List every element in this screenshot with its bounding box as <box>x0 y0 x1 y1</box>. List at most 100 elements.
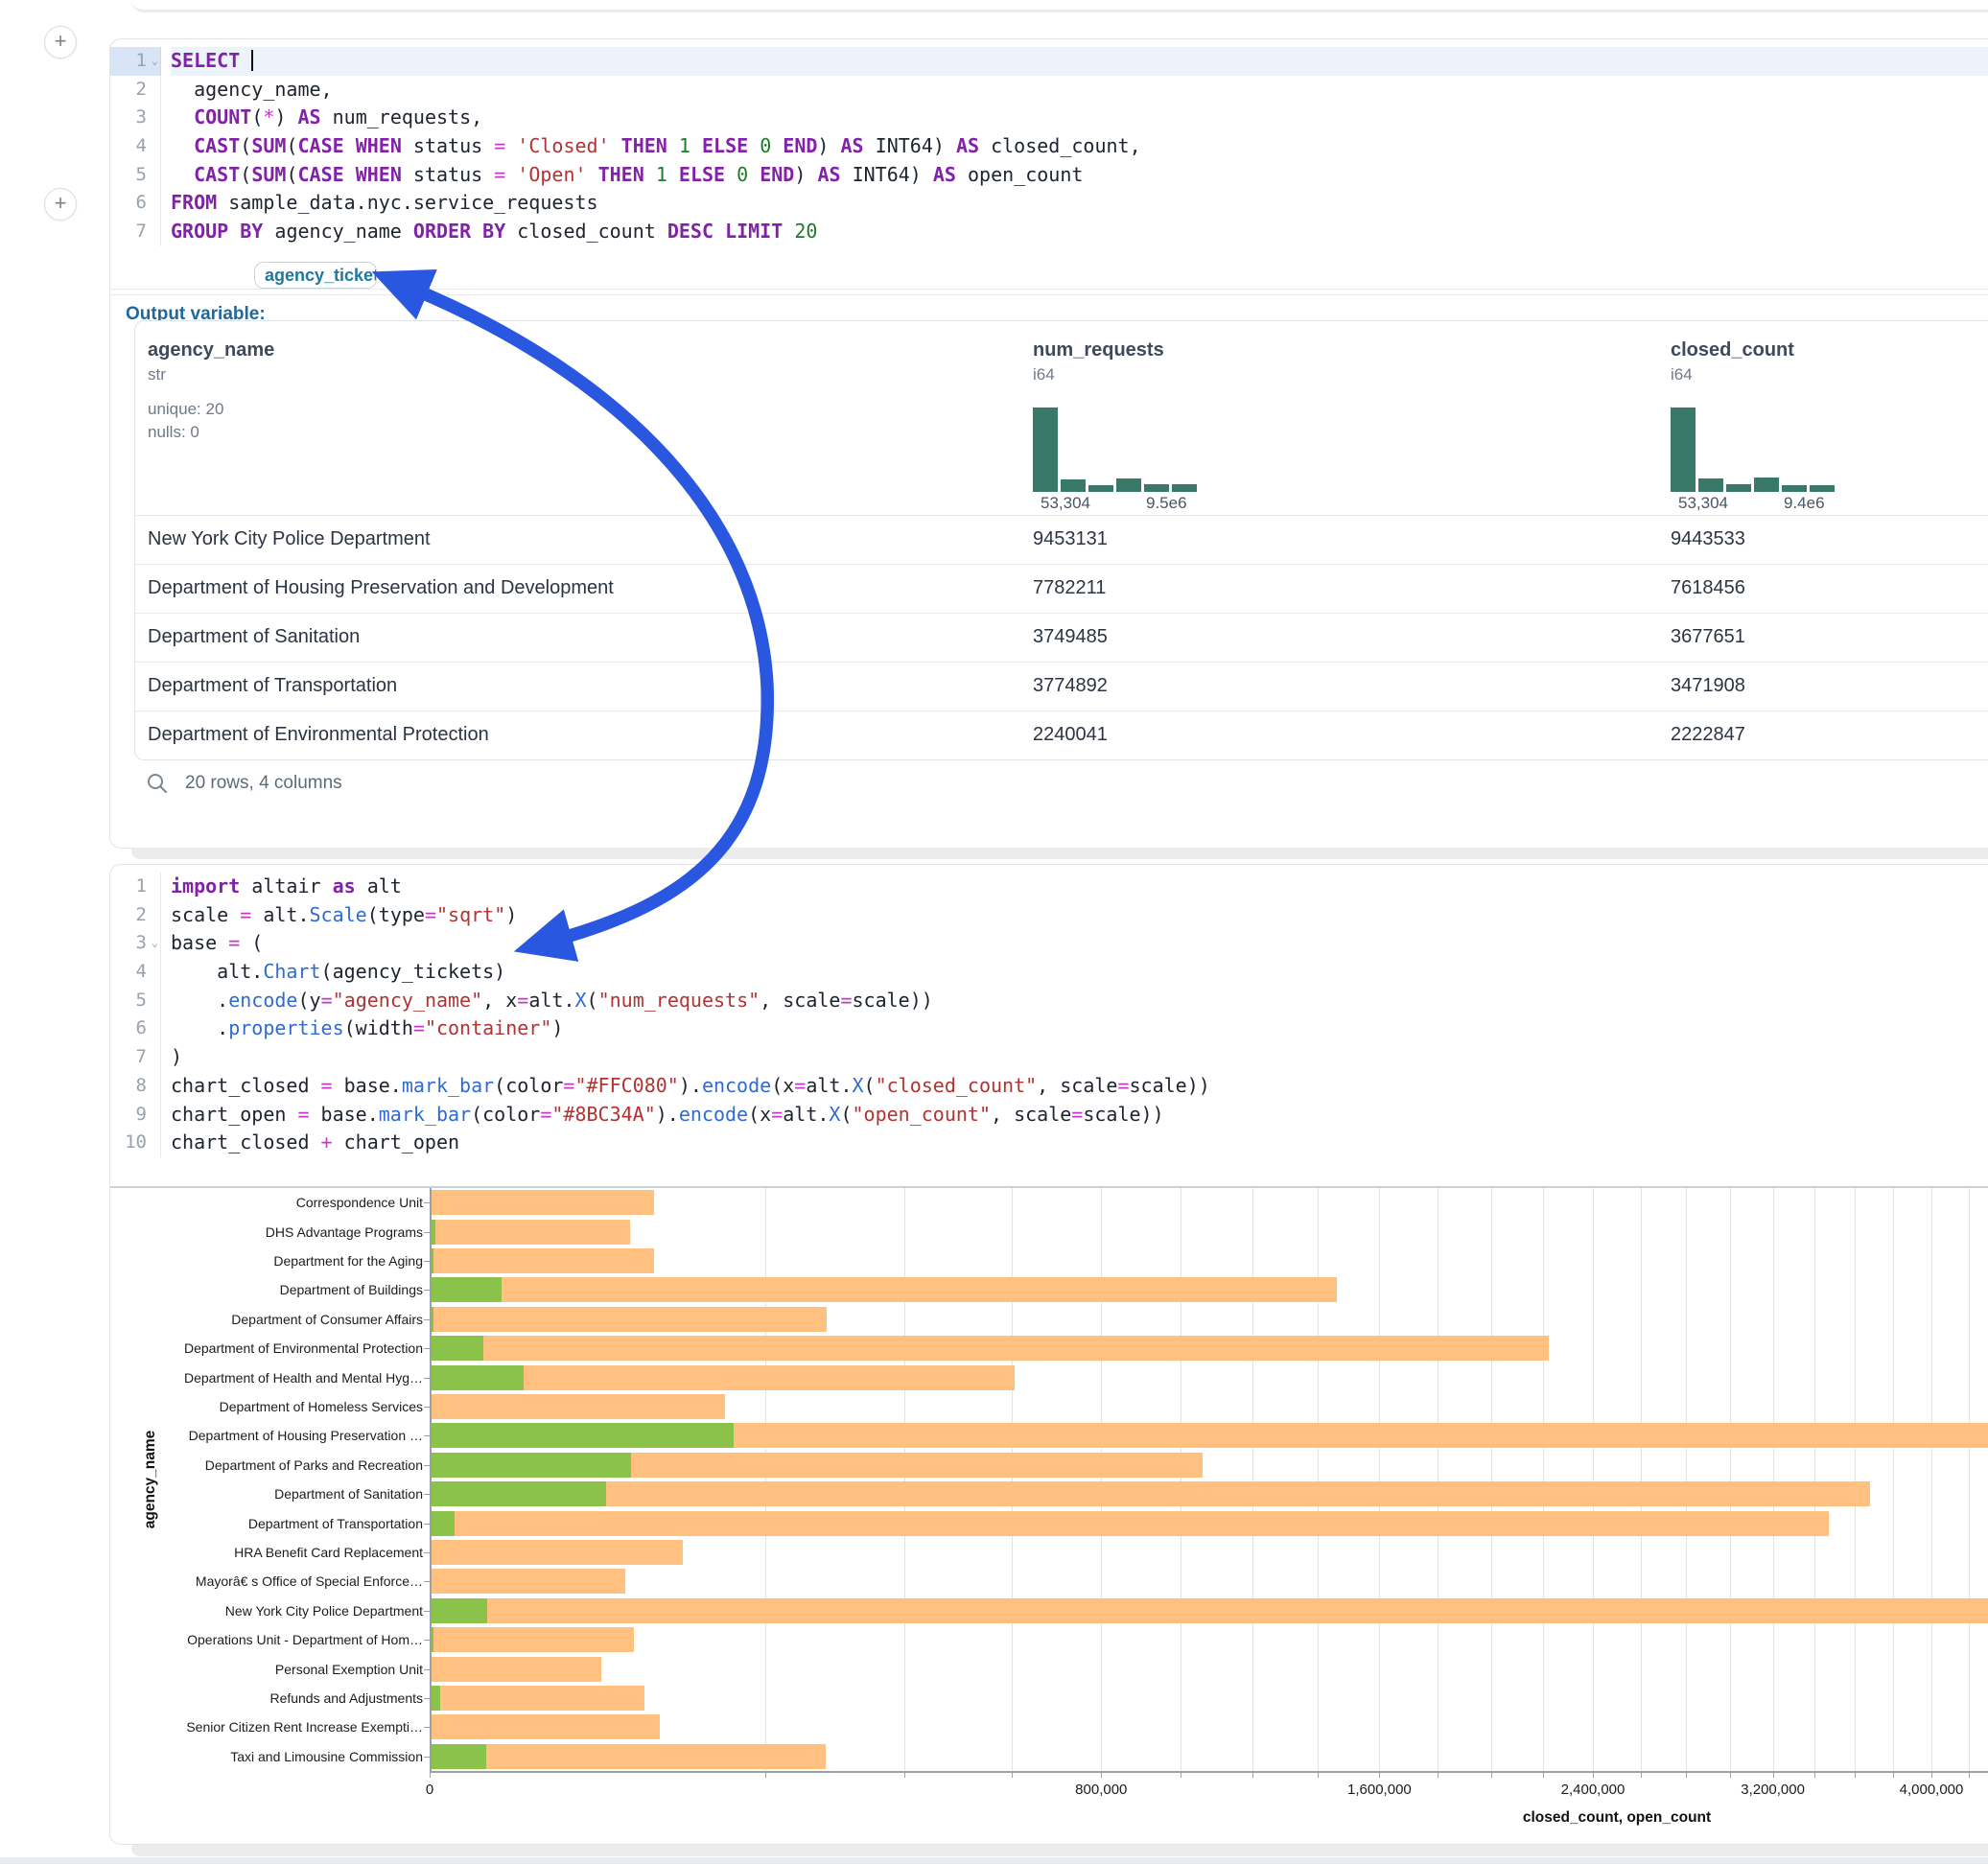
column-header[interactable]: agency_name <box>148 339 274 361</box>
divider <box>110 289 1988 290</box>
plus-icon: + <box>55 191 67 215</box>
plus-icon: + <box>55 29 67 53</box>
column-type: i64 <box>1671 365 1693 384</box>
line-number: 1 <box>110 873 161 901</box>
histogram-bar <box>1172 484 1197 492</box>
code-text: ) <box>171 1043 1988 1072</box>
table-cell: Department of Sanitation <box>148 626 360 648</box>
code-text: FROM sample_data.nyc.service_requests <box>171 189 1988 218</box>
histogram-bar <box>1144 484 1169 492</box>
table-row: Department of Sanitation37494853677651 <box>135 613 1988 663</box>
code-line[interactable]: 8 chart_closed = base.mark_bar(color="#FF… <box>110 1072 1988 1101</box>
table-cell: Department of Housing Preservation and D… <box>148 577 614 599</box>
table-cell: 2222847 <box>1671 724 1745 746</box>
table-cell: Department of Environmental Protection <box>148 724 489 746</box>
text-cursor <box>251 50 253 71</box>
code-text: agency_name, <box>171 76 1988 105</box>
table-cell: 2240041 <box>1033 724 1108 746</box>
line-number: 1⌄ <box>110 47 161 76</box>
output-variable-input[interactable]: agency_tickets <box>254 262 377 289</box>
line-number: 5 <box>110 987 161 1015</box>
code-line[interactable]: 2 agency_name, <box>110 76 1988 105</box>
code-text: .properties(width="container") <box>171 1014 1988 1043</box>
collapse-chevron-icon[interactable]: ⌄ <box>152 929 158 958</box>
table-row: Department of Housing Preservation and D… <box>135 564 1988 614</box>
python-code-editor[interactable]: 1import altair as alt2 scale = alt.Scale(… <box>110 865 1988 1157</box>
column-header[interactable]: num_requests <box>1033 339 1164 361</box>
code-line[interactable]: 2 scale = alt.Scale(type="sqrt") <box>110 901 1988 930</box>
line-number: 8 <box>110 1072 161 1101</box>
histogram-bar <box>1754 478 1779 492</box>
code-line[interactable]: 10chart_closed + chart_open <box>110 1129 1988 1157</box>
table-cell: 3471908 <box>1671 675 1745 697</box>
divider <box>110 294 1988 295</box>
histogram-max-label: 9.4e6 <box>1784 494 1825 513</box>
histogram-bar <box>1116 478 1141 492</box>
code-text: alt.Chart(agency_tickets) <box>171 958 1988 987</box>
histogram <box>1033 404 1202 492</box>
add-cell-button[interactable]: + <box>44 26 77 58</box>
table-cell: 9453131 <box>1033 528 1108 550</box>
code-text: CAST(SUM(CASE WHEN status = 'Closed' THE… <box>171 132 1988 161</box>
line-number: 7 <box>110 1043 161 1072</box>
code-line[interactable]: 7 GROUP BY agency_name ORDER BY closed_co… <box>110 218 1988 246</box>
collapse-chevron-icon[interactable]: ⌄ <box>152 47 158 76</box>
code-text: COUNT(*) AS num_requests, <box>171 104 1988 132</box>
histogram-bar <box>1033 408 1058 492</box>
table-row: Department of Transportation 3774892 34719… <box>135 662 1988 711</box>
code-text: SELECT <box>171 47 1988 76</box>
code-text: base = ( <box>171 929 1988 958</box>
table-cell: Department of Transportation <box>148 675 397 697</box>
line-number: 4 <box>110 132 161 161</box>
column-type: str <box>148 365 166 384</box>
code-output-divider <box>110 1186 1988 1188</box>
code-text: GROUP BY agency_name ORDER BY closed_cou… <box>171 218 1988 246</box>
add-cell-button[interactable]: + <box>44 188 77 221</box>
code-line[interactable]: 5 .encode(y="agency_name", x=alt.X("num_… <box>110 987 1988 1015</box>
code-line[interactable]: 4 alt.Chart(agency_tickets) <box>110 958 1988 987</box>
table-cell: New York City Police Department <box>148 528 431 550</box>
code-line[interactable]: 3 COUNT(*) AS num_requests, <box>110 104 1988 132</box>
table-cell: 9443533 <box>1671 528 1745 550</box>
histogram-bar <box>1088 485 1113 492</box>
line-number: 3⌄ <box>110 929 161 958</box>
code-line[interactable]: 6 FROM sample_data.nyc.service_requests <box>110 189 1988 218</box>
column-stats: unique: 20 <box>148 400 223 419</box>
table-cell: 3749485 <box>1033 626 1108 648</box>
previous-cell-edge <box>131 0 1988 12</box>
line-number: 2 <box>110 901 161 930</box>
results-summary: 20 rows, 4 columns <box>145 771 342 796</box>
search-icon[interactable] <box>145 771 170 796</box>
sql-code-editor[interactable]: 1⌄ SELECT 2 agency_name,3 COUNT(*) AS num… <box>110 39 1988 246</box>
histogram-bar <box>1810 485 1835 492</box>
code-text: chart_open = base.mark_bar(color="#8BC34… <box>171 1101 1988 1130</box>
line-number: 2 <box>110 76 161 105</box>
table-cell: 3774892 <box>1033 675 1108 697</box>
code-line[interactable]: 9chart_open = base.mark_bar(color="#8BC3… <box>110 1101 1988 1130</box>
results-summary-text: 20 rows, 4 columns <box>185 773 342 794</box>
code-text: .encode(y="agency_name", x=alt.X("num_re… <box>171 987 1988 1015</box>
code-text: scale = alt.Scale(type="sqrt") <box>171 901 1988 930</box>
line-number: 6 <box>110 189 161 218</box>
code-line[interactable]: 7) <box>110 1043 1988 1072</box>
code-line[interactable]: 3⌄ base = ( <box>110 929 1988 958</box>
code-line[interactable]: 5 CAST(SUM(CASE WHEN status = 'Open' THE… <box>110 161 1988 190</box>
code-line[interactable]: 1⌄ SELECT <box>110 47 1988 76</box>
histogram-bar <box>1782 485 1807 492</box>
results-table: agency_namestrunique: 20nulls: 0num_requ… <box>134 320 1988 760</box>
sql-cell: 1⌄ SELECT 2 agency_name,3 COUNT(*) AS num… <box>109 38 1988 849</box>
code-line[interactable]: 4 CAST(SUM(CASE WHEN status = 'Closed' T… <box>110 132 1988 161</box>
line-number: 10 <box>110 1129 161 1157</box>
code-text: chart_closed = base.mark_bar(color="#FFC… <box>171 1072 1988 1101</box>
table-cell: 7618456 <box>1671 577 1745 599</box>
column-type: i64 <box>1033 365 1055 384</box>
python-cell: 1import altair as alt2 scale = alt.Scale(… <box>109 864 1988 1845</box>
column-header[interactable]: closed_count <box>1671 339 1794 361</box>
code-text: CAST(SUM(CASE WHEN status = 'Open' THEN … <box>171 161 1988 190</box>
line-number: 7 <box>110 218 161 246</box>
histogram-bar <box>1698 478 1723 492</box>
table-cell: 7782211 <box>1033 577 1106 599</box>
cell-shadow <box>131 1845 1988 1856</box>
code-line[interactable]: 1import altair as alt <box>110 873 1988 901</box>
code-line[interactable]: 6 .properties(width="container") <box>110 1014 1988 1043</box>
